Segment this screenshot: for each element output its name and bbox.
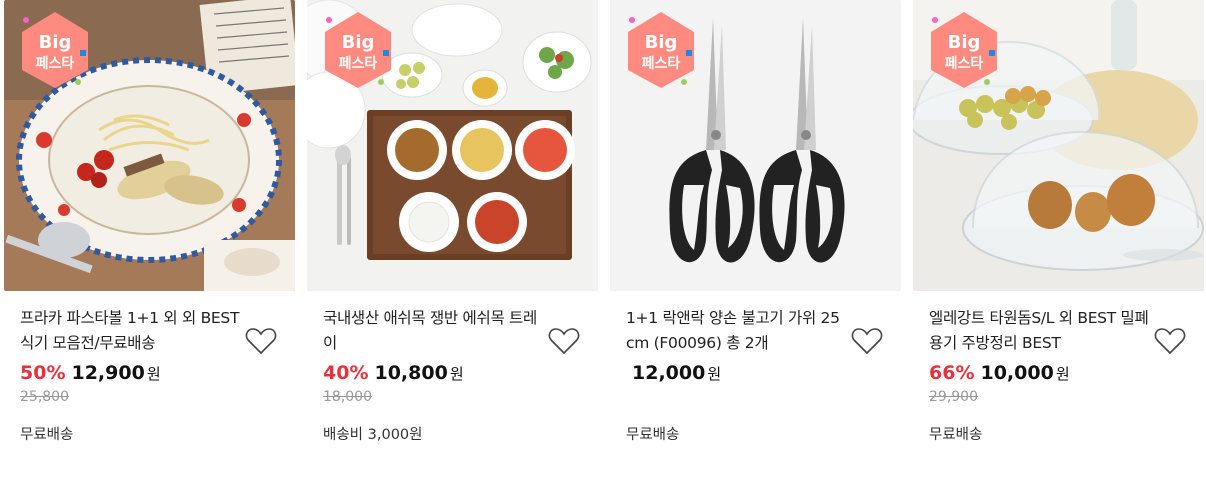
sale-price: 12,900	[71, 362, 145, 384]
badge-line1: Big	[645, 32, 678, 53]
badge-line2: 페스타	[36, 56, 75, 72]
big-festa-badge: Big 페스타	[624, 10, 698, 90]
discount-rate: 50%	[20, 362, 66, 384]
heart-icon[interactable]	[245, 326, 277, 356]
price-row: 66% 10,000 원	[929, 362, 1188, 388]
currency: 원	[449, 365, 464, 383]
badge-line1: Big	[39, 32, 72, 53]
shipping-info: 배송비 3,000원	[323, 427, 423, 443]
badge-line2: 페스타	[945, 56, 984, 72]
badge-line1: Big	[342, 32, 375, 53]
product-image[interactable]: Big 페스타	[4, 0, 295, 291]
original-price: 25,800	[20, 389, 69, 405]
product-title[interactable]: 엘레강트 타원돔S/L 외 BEST 밀폐용기 주방정리 BEST	[929, 306, 1149, 356]
big-festa-badge: Big 페스타	[321, 10, 395, 90]
original-price: 18,000	[323, 389, 372, 405]
heart-icon[interactable]	[548, 326, 580, 356]
badge-line1: Big	[948, 32, 981, 53]
big-festa-badge: Big 페스타	[927, 10, 1001, 90]
product-image[interactable]: Big 페스타	[913, 0, 1204, 291]
product-image[interactable]: Big 페스타	[307, 0, 598, 291]
price-row: 12,000 원	[626, 362, 885, 388]
product-title[interactable]: 프라카 파스타볼 1+1 외 외 BEST 식기 모음전/무료배송	[20, 306, 240, 356]
product-grid: Big 페스타 프라카 파스타볼 1+1 외 외 BEST 식기 모음전/무료배…	[0, 0, 1206, 481]
product-card[interactable]: Big 페스타 엘레강트 타원돔S/L 외 BEST 밀폐용기 주방정리 BES…	[913, 0, 1204, 481]
shipping-info: 무료배송	[20, 427, 74, 443]
sale-price: 10,000	[980, 362, 1054, 384]
product-card[interactable]: Big 페스타 1+1 락앤락 양손 불고기 가위 25cm (F00096) …	[610, 0, 901, 481]
product-card[interactable]: Big 페스타 프라카 파스타볼 1+1 외 외 BEST 식기 모음전/무료배…	[4, 0, 295, 481]
product-card[interactable]: Big 페스타 국내생산 애쉬목 쟁반 에쉬목 트레이 40% 10,800 원…	[307, 0, 598, 481]
currency: 원	[146, 365, 161, 383]
price-row: 50% 12,900 원	[20, 362, 279, 388]
currency: 원	[1055, 365, 1070, 383]
product-title[interactable]: 1+1 락앤락 양손 불고기 가위 25cm (F00096) 총 2개	[626, 306, 846, 356]
sale-price: 10,800	[374, 362, 448, 384]
price-row: 40% 10,800 원	[323, 362, 582, 388]
heart-icon[interactable]	[851, 326, 883, 356]
sale-price: 12,000	[632, 362, 706, 384]
big-festa-badge: Big 페스타	[18, 10, 92, 90]
shipping-info: 무료배송	[929, 427, 983, 443]
original-price: 29,900	[929, 389, 978, 405]
discount-rate: 66%	[929, 362, 975, 384]
badge-line2: 페스타	[339, 56, 378, 72]
product-image[interactable]: Big 페스타	[610, 0, 901, 291]
shipping-info: 무료배송	[626, 427, 680, 443]
badge-line2: 페스타	[642, 56, 681, 72]
product-title[interactable]: 국내생산 애쉬목 쟁반 에쉬목 트레이	[323, 306, 543, 356]
discount-rate: 40%	[323, 362, 369, 384]
currency: 원	[707, 365, 722, 383]
heart-icon[interactable]	[1154, 326, 1186, 356]
